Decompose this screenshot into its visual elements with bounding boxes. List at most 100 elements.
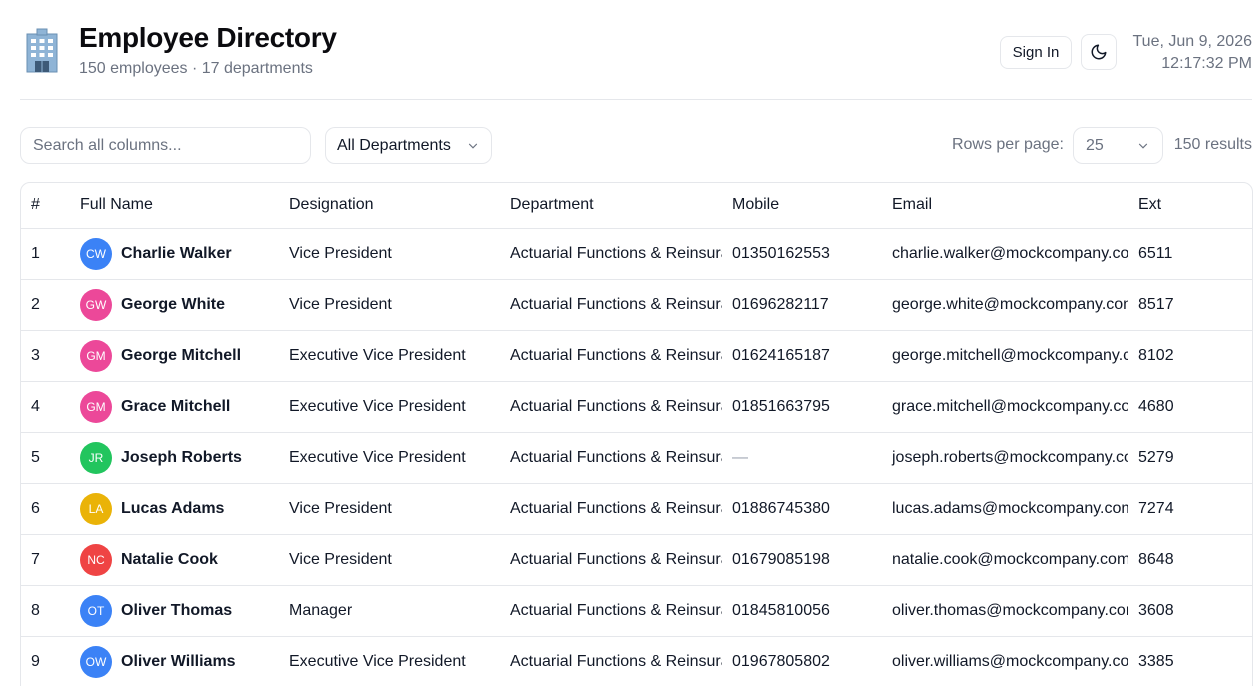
mobile-cell: 01679085198 bbox=[722, 534, 882, 586]
row-number: 3 bbox=[21, 330, 70, 382]
page-subtitle: 150 employees · 17 departments bbox=[79, 60, 313, 77]
avatar: OT bbox=[80, 594, 112, 627]
column-header-full-name[interactable]: Full Name bbox=[70, 183, 279, 229]
designation-cell: Executive Vice President bbox=[279, 432, 500, 484]
employee-name: Joseph Roberts bbox=[121, 448, 242, 466]
mobile-cell: 01350162553 bbox=[722, 228, 882, 280]
table-row[interactable]: 5 JR Joseph Roberts Executive Vice Presiden… bbox=[21, 432, 1252, 484]
ext-cell: 8102 bbox=[1128, 330, 1252, 382]
department-cell: Actuarial Functions & Reinsurance bbox=[500, 228, 722, 280]
ext-cell: 3385 bbox=[1128, 636, 1252, 686]
column-header-department[interactable]: Department bbox=[500, 183, 722, 229]
employee-name: Oliver Thomas bbox=[121, 601, 233, 619]
table-row[interactable]: 2 GW George White Vice President Actuarial F… bbox=[21, 279, 1252, 331]
column-header-designation[interactable]: Designation bbox=[279, 183, 500, 229]
row-number: 8 bbox=[21, 585, 70, 637]
email-cell[interactable]: oliver.williams@mockcompany.com bbox=[882, 636, 1128, 686]
email-cell[interactable]: george.white@mockcompany.com bbox=[882, 279, 1128, 331]
table-row[interactable]: 8 OT Oliver Thomas Manager Actuarial Functio… bbox=[21, 585, 1252, 637]
full-name-cell: GM George Mitchell bbox=[70, 330, 279, 382]
email-cell[interactable]: oliver.thomas@mockcompany.com bbox=[882, 585, 1128, 637]
results-count: 150 results bbox=[1173, 136, 1252, 153]
designation-cell: Executive Vice President bbox=[279, 636, 500, 686]
row-number: 1 bbox=[21, 228, 70, 280]
office-building-icon bbox=[26, 28, 58, 73]
table-toolbar: All Departments Rows per page: 25 150 re… bbox=[20, 127, 1252, 164]
designation-cell: Executive Vice President bbox=[279, 381, 500, 433]
table-row[interactable]: 6 LA Lucas Adams Vice President Actuarial Fu… bbox=[21, 483, 1252, 535]
department-filter-value: All Departments bbox=[337, 136, 451, 154]
department-filter[interactable]: All Departments bbox=[325, 127, 492, 164]
designation-cell: Vice President bbox=[279, 483, 500, 535]
department-cell: Actuarial Functions & Reinsurance bbox=[500, 330, 722, 382]
email-cell[interactable]: grace.mitchell@mockcompany.com bbox=[882, 381, 1128, 433]
department-cell: Actuarial Functions & Reinsurance bbox=[500, 432, 722, 484]
table-header-row: # Full Name Designation Department Mobil… bbox=[21, 183, 1252, 229]
avatar: NC bbox=[80, 543, 112, 576]
ext-cell: 8648 bbox=[1128, 534, 1252, 586]
avatar: GM bbox=[80, 390, 112, 423]
column-header-ext[interactable]: Ext bbox=[1128, 183, 1252, 229]
moon-icon bbox=[1091, 44, 1107, 60]
ext-cell: 4680 bbox=[1128, 381, 1252, 433]
table-row[interactable]: 7 NC Natalie Cook Vice President Actuarial F… bbox=[21, 534, 1252, 586]
rows-per-page-select[interactable]: 25 bbox=[1073, 127, 1163, 164]
ext-cell: 8517 bbox=[1128, 279, 1252, 331]
department-cell: Actuarial Functions & Reinsurance bbox=[500, 483, 722, 535]
email-cell[interactable]: joseph.roberts@mockcompany.com bbox=[882, 432, 1128, 484]
avatar: LA bbox=[80, 492, 112, 525]
avatar: CW bbox=[80, 237, 112, 270]
row-number: 2 bbox=[21, 279, 70, 331]
avatar: GM bbox=[80, 339, 112, 372]
mobile-cell: 01696282117 bbox=[722, 279, 882, 331]
full-name-cell: OW Oliver Williams bbox=[70, 636, 279, 686]
employee-name: Natalie Cook bbox=[121, 550, 218, 568]
table-row[interactable]: 4 GM Grace Mitchell Executive Vice Presiden… bbox=[21, 381, 1252, 433]
full-name-cell: CW Charlie Walker bbox=[70, 228, 279, 280]
full-name-cell: GM Grace Mitchell bbox=[70, 381, 279, 433]
mobile-cell: — bbox=[722, 432, 882, 484]
chevron-down-icon bbox=[468, 143, 478, 149]
email-cell[interactable]: george.mitchell@mockcompany.com bbox=[882, 330, 1128, 382]
designation-cell: Vice President bbox=[279, 534, 500, 586]
column-header-mobile[interactable]: Mobile bbox=[722, 183, 882, 229]
theme-toggle-button[interactable] bbox=[1081, 34, 1117, 70]
page-header: Employee Directory 150 employees · 17 de… bbox=[20, 0, 1252, 100]
column-header-number[interactable]: # bbox=[21, 183, 70, 229]
ext-cell: 5279 bbox=[1128, 432, 1252, 484]
full-name-cell: OT Oliver Thomas bbox=[70, 585, 279, 637]
designation-cell: Vice President bbox=[279, 279, 500, 331]
datetime: Tue, Jun 9, 2026 12:17:32 PM bbox=[1133, 31, 1253, 75]
mobile-cell: 01886745380 bbox=[722, 483, 882, 535]
department-cell: Actuarial Functions & Reinsurance bbox=[500, 636, 722, 686]
row-number: 6 bbox=[21, 483, 70, 535]
row-number: 9 bbox=[21, 636, 70, 686]
table-row[interactable]: 9 OW Oliver Williams Executive Vice Preside… bbox=[21, 636, 1252, 686]
avatar: GW bbox=[80, 288, 112, 321]
full-name-cell: LA Lucas Adams bbox=[70, 483, 279, 535]
employee-name: George White bbox=[121, 295, 226, 313]
designation-cell: Vice President bbox=[279, 228, 500, 280]
chevron-down-icon bbox=[1138, 143, 1148, 149]
mobile-cell: 01967805802 bbox=[722, 636, 882, 686]
email-cell[interactable]: charlie.walker@mockcompany.com bbox=[882, 228, 1128, 280]
email-cell[interactable]: lucas.adams@mockcompany.com bbox=[882, 483, 1128, 535]
page-title: Employee Directory bbox=[79, 22, 337, 53]
full-name-cell: JR Joseph Roberts bbox=[70, 432, 279, 484]
table-row[interactable]: 3 GM George Mitchell Executive Vice Preside… bbox=[21, 330, 1252, 382]
employee-table: # Full Name Designation Department Mobil… bbox=[20, 182, 1253, 686]
avatar: JR bbox=[80, 441, 112, 474]
email-cell[interactable]: natalie.cook@mockcompany.com bbox=[882, 534, 1128, 586]
department-cell: Actuarial Functions & Reinsurance bbox=[500, 279, 722, 331]
employee-name: Oliver Williams bbox=[121, 652, 236, 670]
department-cell: Actuarial Functions & Reinsurance bbox=[500, 534, 722, 586]
sign-in-button[interactable]: Sign In bbox=[1000, 36, 1072, 69]
mobile-cell: 01624165187 bbox=[722, 330, 882, 382]
table-row[interactable]: 1 CW Charlie Walker Vice President Actuarial… bbox=[21, 228, 1252, 280]
employee-name: George Mitchell bbox=[121, 346, 242, 364]
column-header-email[interactable]: Email bbox=[882, 183, 1128, 229]
current-date: Tue, Jun 9, 2026 bbox=[1132, 33, 1253, 50]
ext-cell: 7274 bbox=[1128, 483, 1252, 535]
search-input[interactable] bbox=[20, 127, 311, 164]
employee-name: Grace Mitchell bbox=[121, 397, 231, 415]
